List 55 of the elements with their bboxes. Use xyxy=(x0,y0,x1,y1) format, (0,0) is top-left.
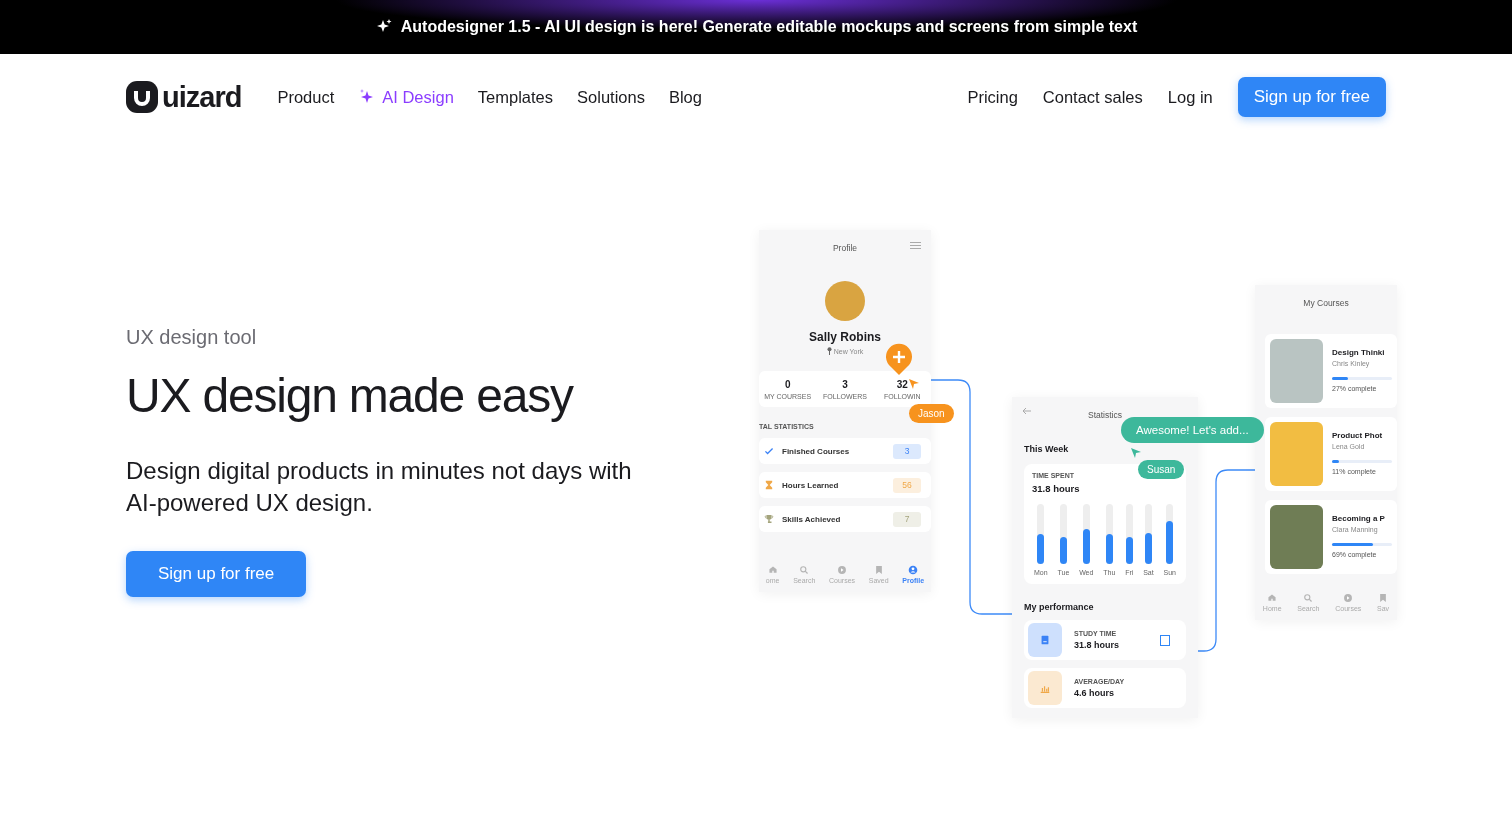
stat-value: 32 xyxy=(896,378,908,390)
avatar xyxy=(825,281,865,321)
screen-title: My Courses xyxy=(1303,298,1349,308)
logo-icon xyxy=(126,81,158,113)
search-icon xyxy=(1303,593,1314,603)
screen-title: Statistics xyxy=(1088,410,1122,420)
nav-link[interactable]: Templates xyxy=(477,87,554,107)
statistic-label: Skills Achieved xyxy=(782,514,842,524)
statistic-value: 3 xyxy=(893,443,921,459)
collaborator-label: Susan xyxy=(1138,460,1185,479)
screen-title: Profile xyxy=(832,243,858,253)
search-icon xyxy=(799,565,810,575)
connector-handle[interactable] xyxy=(1160,634,1170,646)
add-pin-icon[interactable] xyxy=(885,343,913,375)
nav-link[interactable]: Contact sales xyxy=(1042,87,1143,107)
signup-button[interactable]: Sign up for free xyxy=(1237,77,1386,117)
bookmark-icon xyxy=(873,565,884,575)
section-title: This Week xyxy=(1024,444,1070,454)
statistic-label: Hours Learned xyxy=(782,480,840,490)
banner-text: Autodesigner 1.5 - AI UI design is here! Generate editable mockups and screens from simple text xyxy=(400,18,1138,36)
home-icon xyxy=(1267,593,1278,603)
statistic-label: Finished Courses xyxy=(782,446,851,456)
nav-link[interactable]: AI Design xyxy=(358,87,454,107)
card-value: 31.8 hours xyxy=(1032,483,1081,494)
play-icon xyxy=(837,565,848,575)
eyebrow-text: UX design tool xyxy=(126,326,258,349)
stat-value: 0 xyxy=(784,378,791,390)
nav-link[interactable]: Log in xyxy=(1167,87,1213,107)
course-title: Becoming a P xyxy=(1332,514,1386,523)
back-arrow-icon[interactable] xyxy=(1022,407,1032,415)
home-icon xyxy=(767,565,778,575)
nav-link[interactable]: Solutions xyxy=(577,87,645,107)
profile-name: Sally Robins xyxy=(808,330,882,344)
pin-icon xyxy=(826,347,832,355)
course-title: Product Phot xyxy=(1332,431,1384,440)
section-title: My performance xyxy=(1024,602,1095,612)
filter-icon[interactable] xyxy=(910,241,921,250)
nav-link[interactable]: Blog xyxy=(668,87,702,107)
signup-button[interactable]: Sign up for free xyxy=(126,550,307,597)
bookmark-icon xyxy=(1378,593,1389,603)
hero-description: Design digital products in minutes not days with AI-powered UX design. xyxy=(126,455,633,518)
collaborator-label: Jason xyxy=(909,404,954,423)
logo-text[interactable]: uizard xyxy=(162,80,242,114)
comment-bubble: Awesome! Let's add... xyxy=(1121,417,1264,443)
hero-title: UX design made easy xyxy=(126,368,575,424)
stat-value: 3 xyxy=(842,378,848,390)
play-icon xyxy=(1343,593,1354,603)
person-icon xyxy=(908,565,919,575)
course-title: Design Thinki xyxy=(1332,348,1386,357)
card-value: 31.8 hours xyxy=(1074,640,1120,650)
statistic-value: 7 xyxy=(893,511,921,527)
statistic-value: 56 xyxy=(893,477,921,493)
card-value: 4.6 hours xyxy=(1074,688,1115,698)
nav-link[interactable]: Product xyxy=(277,87,335,107)
nav-link[interactable]: Pricing xyxy=(967,87,1018,107)
